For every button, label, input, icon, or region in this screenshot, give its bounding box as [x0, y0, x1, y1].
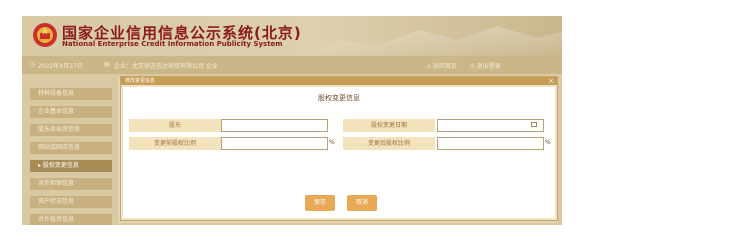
- sidebar-item-label: 股东及出资信息: [38, 126, 81, 133]
- sidebar-item-shareholders[interactable]: 股东及出资信息: [30, 124, 112, 136]
- sidebar-item-special-equipment[interactable]: 特种设备信息: [30, 88, 112, 100]
- form-title: 股权变更信息: [318, 94, 360, 102]
- sidebar-item-label: 对外担保信息: [38, 180, 75, 187]
- sidebar-item-assets[interactable]: 资产状况信息: [30, 196, 112, 208]
- change-date-input[interactable]: [437, 119, 544, 132]
- equity-change-dialog: 修改变更信息 × 股权变更信息 股东 股权变更日期 变更前股权比例 % 变更后股…: [120, 76, 558, 221]
- sidebar-item-label: 股权变更信息: [42, 162, 79, 169]
- shareholder-label: 股东: [129, 119, 221, 132]
- save-button[interactable]: 保存: [305, 195, 335, 211]
- sidebar-item-label: 网站或网店信息: [38, 144, 81, 151]
- date-text: 2022年4月27日: [38, 63, 83, 70]
- form-row-1: 股东 股权变更日期: [129, 119, 549, 132]
- sidebar-item-guarantee[interactable]: 对外担保信息: [30, 178, 112, 190]
- sidebar-item-label: 企业基本信息: [38, 108, 75, 115]
- sidebar-item-investment[interactable]: 对外投资信息: [30, 214, 112, 225]
- header-decoration: [302, 26, 562, 56]
- form-row-2: 变更前股权比例 % 变更后股权比例 %: [129, 137, 551, 150]
- logout-link-label: 退出登录: [476, 63, 501, 70]
- close-icon[interactable]: ×: [548, 77, 554, 85]
- change-date-label: 股权变更日期: [343, 119, 435, 132]
- home-link-label: 返回首页: [432, 63, 457, 70]
- sidebar-item-label: 特种设备信息: [38, 90, 75, 97]
- after-ratio-label: 变更后股权比例: [343, 137, 435, 150]
- percent-sign: %: [329, 139, 335, 146]
- sidebar-item-label: 对外投资信息: [38, 216, 75, 223]
- before-ratio-input[interactable]: [221, 137, 328, 150]
- dialog-header-label: 修改变更信息: [125, 78, 156, 84]
- after-ratio-input[interactable]: [437, 137, 544, 150]
- company-text: 企业：北京鼎吉信达商贸有限公司 企业: [114, 63, 218, 70]
- dialog-body: 股权变更信息 股东 股权变更日期 变更前股权比例 % 变更后股权比例 % 保存 …: [123, 87, 555, 218]
- app-window: 国家企业信用信息公示系统(北京) National Enterprise Cre…: [22, 16, 562, 225]
- national-emblem-icon: [33, 23, 57, 47]
- sidebar-item-label: 资产状况信息: [38, 198, 75, 205]
- site-header: 国家企业信用信息公示系统(北京) National Enterprise Cre…: [22, 16, 562, 56]
- cancel-button[interactable]: 取消: [347, 195, 377, 211]
- site-subtitle: National Enterprise Credit Information P…: [62, 40, 283, 48]
- info-bar: ◷ 2022年4月27日 ▤ 企业：北京鼎吉信达商贸有限公司 企业 ⌂ 返回首页…: [22, 56, 562, 74]
- percent-sign: %: [545, 139, 551, 146]
- sidebar-item-equity-change[interactable]: ▸ 股权变更信息: [30, 160, 112, 172]
- home-link[interactable]: ⌂ 返回首页: [427, 61, 457, 70]
- dialog-header: 修改变更信息 ×: [121, 77, 557, 85]
- calendar-icon[interactable]: [531, 122, 537, 127]
- sidebar-item-basic-info[interactable]: 企业基本信息: [30, 106, 112, 118]
- logout-link[interactable]: ⏻ 退出登录: [470, 61, 501, 71]
- sidebar-item-websites[interactable]: 网站或网店信息: [30, 142, 112, 154]
- before-ratio-label: 变更前股权比例: [129, 137, 221, 150]
- clock-icon: ◷: [30, 61, 36, 68]
- doc-icon: ▤: [104, 61, 110, 68]
- shareholder-input[interactable]: [221, 119, 328, 132]
